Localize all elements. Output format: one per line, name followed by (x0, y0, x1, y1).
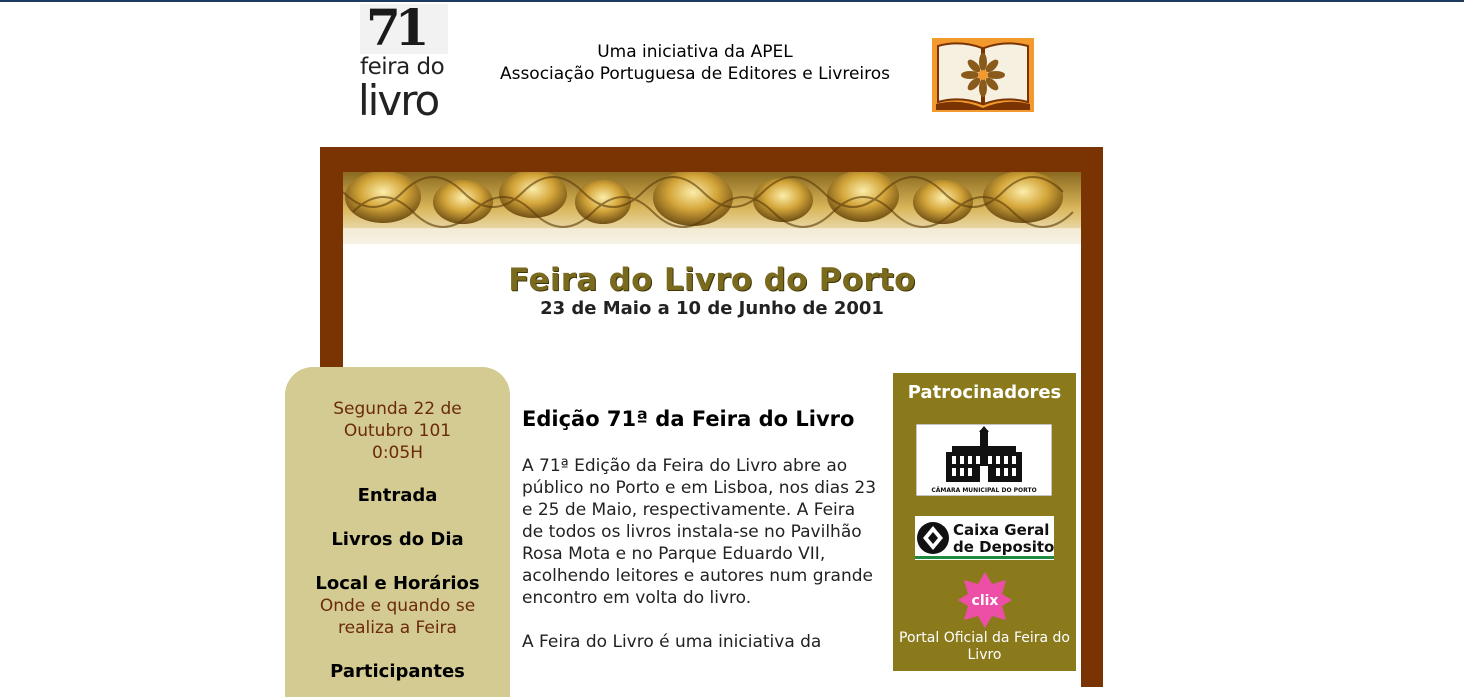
main-content: Edição 71ª da Feira do Livro A 71ª Ediçã… (522, 405, 878, 653)
content-paragraph: A 71ª Edição da Feira do Livro abre ao p… (522, 456, 877, 608)
initiative-text: Uma iniciativa da APEL Associação Portug… (470, 41, 920, 85)
sidebar-nav: Segunda 22 de Outubro 101 0:05H Entrada … (285, 367, 510, 697)
gold-ornament-banner (342, 170, 1081, 244)
nav-item-local-horarios[interactable]: Local e Horários Onde e quando se realiz… (285, 573, 510, 639)
logo-number: 71 (360, 0, 448, 57)
caixa-geral-depositos-logo[interactable]: Caixa Geral de Depositos (915, 516, 1063, 560)
logo-line2: livro (358, 76, 440, 125)
content-heading: Edição 71ª da Feira do Livro (522, 407, 855, 431)
top-border (0, 0, 1464, 2)
feira-do-livro-logo[interactable]: 71 feira do livro (358, 0, 450, 128)
initiative-line1: Uma iniciativa da APEL (597, 42, 793, 62)
svg-text:clix: clix (972, 593, 999, 609)
nav-item-livros-do-dia[interactable]: Livros do Dia (285, 529, 510, 551)
sponsors-heading: Patrocinadores (907, 382, 1062, 403)
initiative-line2: Associação Portuguesa de Editores e Livr… (499, 64, 891, 84)
nav-item-participantes[interactable]: Participantes (285, 661, 510, 683)
clix-caption[interactable]: Portal Oficial da Feira do Livro (893, 630, 1076, 664)
page-title: Feira do Livro do Porto (508, 262, 916, 298)
current-datetime: Segunda 22 de Outubro 101 0:05H (333, 399, 462, 463)
open-book-flower-icon[interactable] (932, 38, 1034, 112)
svg-text:Caixa Geral: Caixa Geral (953, 521, 1049, 539)
clix-logo[interactable]: clix (958, 572, 1012, 628)
fair-dates: 23 de Maio a 10 de Junho de 2001 (540, 298, 884, 319)
svg-text:de Depositos: de Depositos (953, 538, 1054, 556)
nav-item-entrada[interactable]: Entrada (285, 485, 510, 507)
svg-text:CÂMARA MUNICIPAL DO PORTO: CÂMARA MUNICIPAL DO PORTO (931, 487, 1036, 494)
camara-municipal-porto-logo[interactable]: CÂMARA MUNICIPAL DO PORTO (915, 423, 1053, 497)
content-paragraph: A Feira do Livro é uma iniciativa da (522, 632, 822, 652)
